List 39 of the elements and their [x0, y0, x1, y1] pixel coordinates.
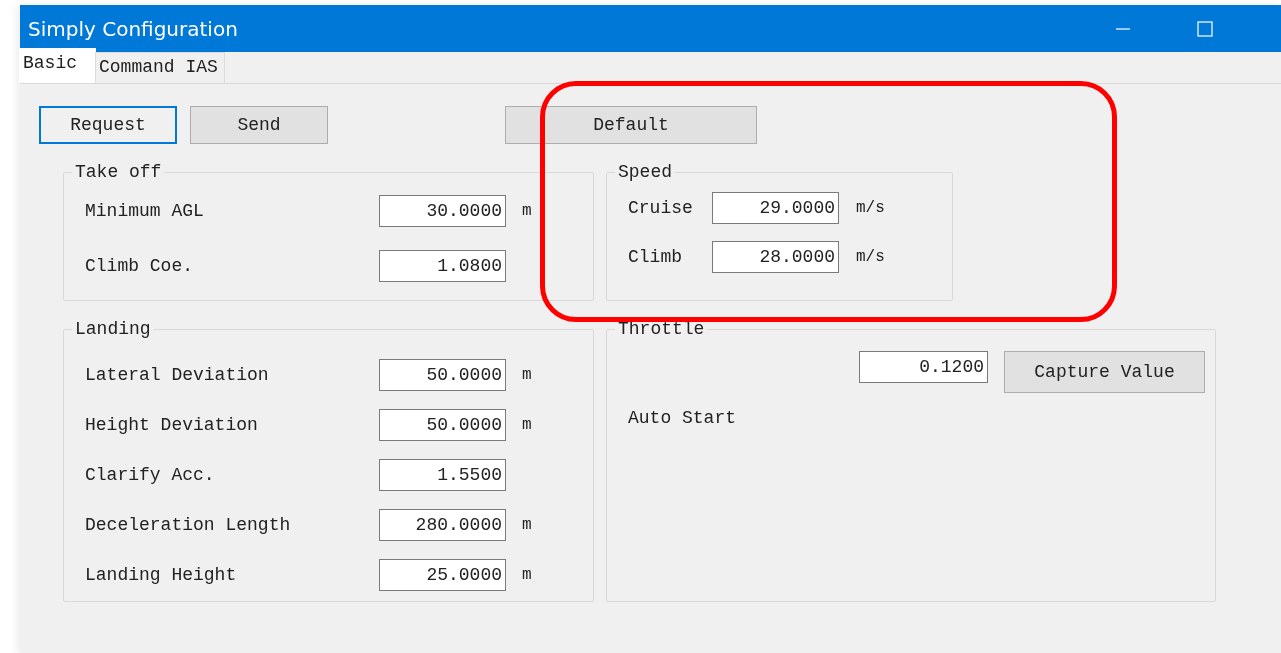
field-label: Clarify Acc. [85, 465, 215, 485]
field-label: Climb [628, 246, 682, 267]
group-title: Speed [617, 162, 673, 182]
field-label: Deceleration Length [85, 515, 291, 535]
maximize-icon[interactable] [1197, 20, 1213, 37]
capture-button[interactable]: Capture Value [1004, 351, 1205, 393]
input-field[interactable]: 280.0000 [379, 509, 506, 541]
input-field[interactable]: 30.0000 [379, 194, 506, 227]
window-title: Simply Configuration [28, 16, 238, 41]
field-label: Minimum AGL [85, 200, 204, 221]
input-field[interactable]: 50.0000 [379, 359, 506, 391]
field-label: Lateral Deviation [85, 365, 269, 385]
input-field[interactable]: 28.0000 [712, 240, 839, 273]
push-button[interactable]: Default [505, 106, 757, 144]
unit-label: m/s [856, 198, 885, 217]
input-field[interactable]: 0.1200 [859, 351, 988, 383]
field-label: Auto Start [628, 408, 737, 428]
group-title: Take off [74, 162, 163, 182]
tab[interactable]: Command IAS [95, 52, 225, 83]
input-field[interactable]: 25.0000 [379, 559, 506, 591]
unit-label: m [522, 416, 532, 434]
field-label: Landing Height [85, 565, 237, 585]
push-button[interactable]: Request [39, 106, 177, 144]
input-field[interactable]: 1.5500 [379, 459, 506, 491]
unit-label: m/s [856, 247, 885, 266]
tab[interactable]: Basic [19, 48, 96, 83]
group-title: Throttle [617, 319, 706, 339]
field-label: Height Deviation [85, 415, 258, 435]
field-label: Cruise [628, 197, 693, 218]
unit-label: m [522, 516, 532, 534]
unit-label: m [522, 366, 532, 384]
unit-label: m [522, 201, 532, 220]
input-field[interactable]: 50.0000 [379, 409, 506, 441]
input-field[interactable]: 1.0800 [379, 249, 506, 282]
unit-label: m [522, 566, 532, 584]
push-button[interactable]: Send [190, 106, 328, 144]
group-title: Landing [74, 319, 152, 339]
input-field[interactable]: 29.0000 [712, 191, 839, 224]
field-label: Climb Coe. [85, 255, 194, 276]
